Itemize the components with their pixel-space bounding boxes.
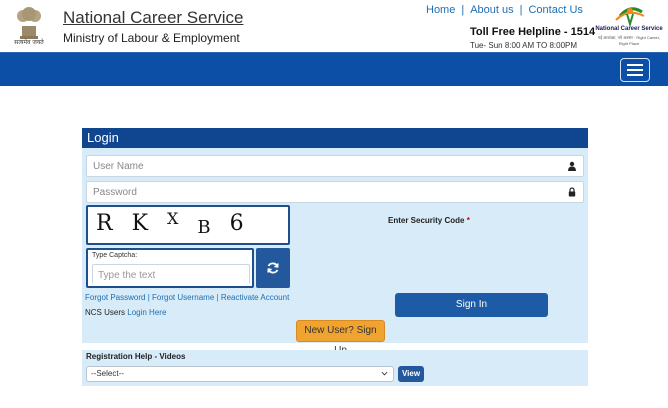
required-mark: * <box>466 216 470 225</box>
nav-contact[interactable]: Contact Us <box>528 4 582 16</box>
username-input[interactable] <box>87 156 583 177</box>
captcha-input[interactable] <box>93 266 249 285</box>
security-code-label: Enter Security Code * <box>388 216 470 225</box>
captcha-char: R <box>96 211 119 236</box>
video-select-value: --Select-- <box>91 369 124 378</box>
ministry-name: Ministry of Labour & Employment <box>63 31 240 45</box>
login-title: Login <box>82 128 588 148</box>
captcha-image: R K X B 6 <box>86 205 290 245</box>
logo-subtitle: नई आकांक्षा, नये अवसर · Right Career, Ri… <box>597 35 660 46</box>
forgot-username-link[interactable]: Forgot Username <box>152 293 214 302</box>
link-separator: | <box>147 293 150 302</box>
view-button[interactable]: View <box>398 366 424 382</box>
forgot-password-link[interactable]: Forgot Password <box>85 293 145 302</box>
hamburger-icon[interactable] <box>620 58 650 82</box>
ncs-users-line: NCS Users Login Here <box>85 308 166 317</box>
sign-up-button[interactable]: New User? Sign Up <box>296 320 385 356</box>
chevron-down-icon <box>381 371 388 376</box>
login-here-link[interactable]: Login Here <box>127 308 166 317</box>
captcha-char: 6 <box>229 211 250 236</box>
refresh-icon <box>267 262 279 274</box>
hamburger-line <box>627 74 643 76</box>
lock-icon <box>568 187 576 197</box>
video-select[interactable]: --Select-- <box>86 366 394 382</box>
username-field[interactable] <box>86 155 584 177</box>
emblem-caption: सत्यमेव जयते <box>14 39 44 46</box>
captcha-text: R K X B 6 <box>96 209 250 238</box>
link-separator: | <box>216 293 219 302</box>
site-header: सत्यमेव जयते National Career Service Min… <box>0 0 668 52</box>
hamburger-line <box>627 64 643 66</box>
sign-in-button[interactable]: Sign In <box>395 293 548 317</box>
reactivate-account-link[interactable]: Reactivate Account <box>221 293 289 302</box>
captcha-char: X <box>167 209 185 228</box>
top-nav: Home | About us | Contact Us <box>426 4 583 16</box>
refresh-captcha-button[interactable] <box>256 248 290 288</box>
nav-about[interactable]: About us <box>470 4 513 16</box>
captcha-field[interactable] <box>92 264 250 285</box>
main-navbar <box>0 52 668 86</box>
password-field[interactable] <box>86 181 584 203</box>
user-icon <box>568 161 576 171</box>
captcha-char: B <box>197 217 217 238</box>
logo-title: National Career Service <box>595 26 663 32</box>
helpline-hours: Tue- Sun 8:00 AM TO 8:00PM <box>470 41 578 50</box>
captcha-char: K <box>131 211 155 236</box>
nav-separator: | <box>461 4 465 16</box>
password-input[interactable] <box>87 182 583 203</box>
security-code-text: Enter Security Code <box>388 216 465 225</box>
login-panel: Login R K X B 6 Type Captcha: <box>82 128 588 356</box>
type-captcha-box: Type Captcha: <box>86 248 254 288</box>
registration-help-panel: Registration Help - Videos --Select-- Vi… <box>82 350 588 386</box>
nav-home[interactable]: Home <box>426 4 455 16</box>
nav-separator: | <box>519 4 523 16</box>
hamburger-line <box>627 69 643 71</box>
type-captcha-label: Type Captcha: <box>92 252 138 259</box>
ncs-users-text: NCS Users <box>85 308 126 317</box>
helpline: Toll Free Helpline - 1514 <box>470 26 596 38</box>
account-links: Forgot Password | Forgot Username | Reac… <box>85 293 289 302</box>
registration-help-title: Registration Help - Videos <box>86 352 186 361</box>
site-title[interactable]: National Career Service <box>63 8 243 28</box>
